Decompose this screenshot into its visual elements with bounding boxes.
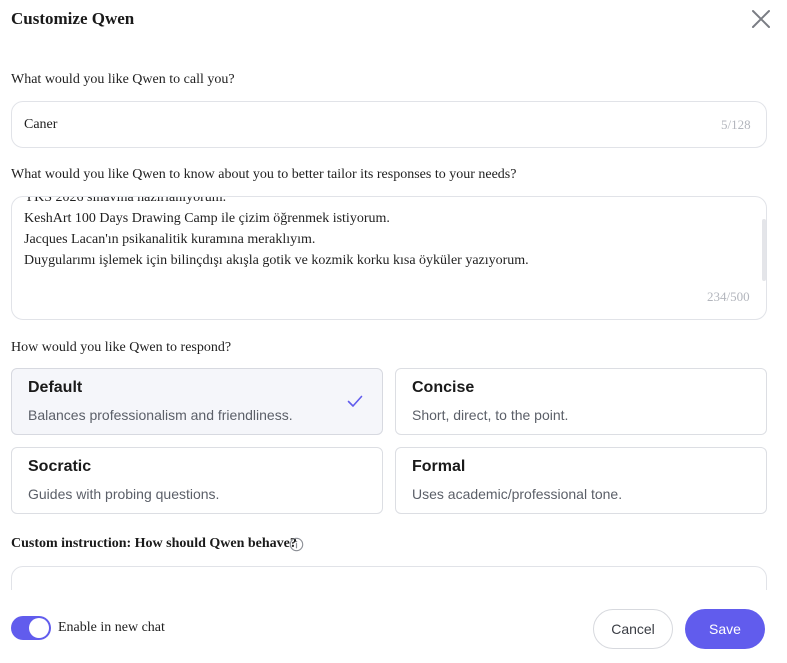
- respond-question-label: How would you like Qwen to respond?: [11, 340, 232, 355]
- style-option-title: Socratic: [28, 458, 92, 475]
- about-text: YKS 2026 sınavına hazırlanıyorum. KeshAr…: [24, 196, 754, 271]
- custom-instruction-label: Custom instruction: How should Qwen beha…: [11, 536, 297, 551]
- close-button[interactable]: [749, 7, 773, 31]
- info-icon[interactable]: [289, 537, 304, 552]
- about-line: Duygularımı işlemek için bilinçdışı akış…: [24, 253, 529, 268]
- about-textarea[interactable]: YKS 2026 sınavına hazırlanıyorum. KeshAr…: [11, 196, 767, 320]
- close-icon: [752, 10, 770, 28]
- name-question-label: What would you like Qwen to call you?: [11, 72, 235, 87]
- style-option-title: Default: [28, 379, 83, 396]
- check-icon: [347, 395, 363, 407]
- name-input[interactable]: [24, 102, 704, 147]
- dialog-title: Customize Qwen: [11, 9, 135, 28]
- toggle-label: Enable in new chat: [58, 620, 165, 635]
- style-option-concise[interactable]: Concise Short, direct, to the point.: [395, 368, 767, 435]
- about-line: KeshArt 100 Days Drawing Camp ile çizim …: [24, 211, 390, 226]
- style-option-socratic[interactable]: Socratic Guides with probing questions.: [11, 447, 383, 514]
- about-question-label: What would you like Qwen to know about y…: [11, 167, 517, 182]
- style-option-default[interactable]: Default Balances professionalism and fri…: [11, 368, 383, 435]
- about-scrollbar[interactable]: [762, 219, 766, 281]
- cancel-button[interactable]: Cancel: [593, 609, 673, 649]
- style-option-title: Concise: [412, 379, 475, 396]
- customize-dialog: Customize Qwen What would you like Qwen …: [0, 0, 787, 663]
- style-option-title: Formal: [412, 458, 466, 475]
- style-option-formal[interactable]: Formal Uses academic/professional tone.: [395, 447, 767, 514]
- style-option-description: Uses academic/professional tone.: [412, 486, 623, 502]
- about-line: Jacques Lacan'ın psikanalitik kuramına m…: [24, 232, 316, 247]
- style-option-description: Short, direct, to the point.: [412, 407, 569, 423]
- enable-new-chat-toggle[interactable]: [11, 616, 51, 640]
- save-button[interactable]: Save: [685, 609, 765, 649]
- style-option-description: Guides with probing questions.: [28, 486, 220, 502]
- about-char-counter: 234/500: [707, 289, 750, 304]
- toggle-knob: [29, 618, 49, 638]
- about-line: YKS 2026 sınavına hazırlanıyorum.: [24, 196, 227, 205]
- name-field[interactable]: 5/128: [11, 101, 767, 148]
- name-char-counter: 5/128: [721, 117, 751, 132]
- style-option-description: Balances professionalism and friendlines…: [28, 407, 293, 423]
- dialog-footer: Enable in new chat Cancel Save: [0, 590, 787, 663]
